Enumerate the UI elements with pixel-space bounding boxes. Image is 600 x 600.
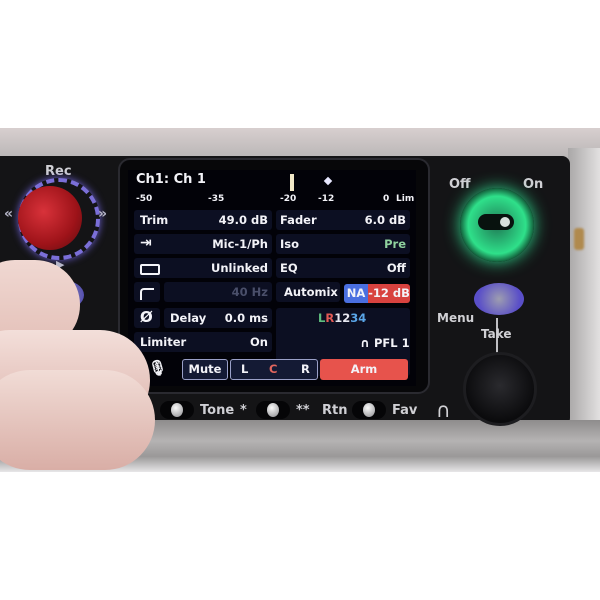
toggle-switch-2[interactable] [256,401,290,419]
input-cell[interactable]: ⇥ Mic-1/Ph [134,234,272,254]
power-off-label: Off [449,177,471,192]
rtn-label: Rtn [322,403,348,418]
pan-left: L [241,362,249,376]
pan-control[interactable]: L C R [230,359,318,380]
automix-label: Automix [284,285,338,299]
limiter-cell[interactable]: Limiter On [134,332,272,352]
headphone-icon: ∩ [360,336,370,350]
hpf-cell[interactable]: 40 Hz [164,282,272,302]
top-rail [0,128,600,158]
link-cell[interactable]: Unlinked [134,258,272,278]
meter-tick: -50 [136,194,153,204]
toggle-knob [363,403,375,417]
microphone-icon: 🎙 [148,359,168,377]
fader-value: 6.0 dB [364,213,406,227]
fav-label: Fav [392,403,418,418]
eq-label: EQ [280,261,298,275]
meter-tick: -20 [280,194,297,204]
lcd-screen: Ch1: Ch 1 -50 -35 -20 -12 0 Lim Trim 49.… [128,170,416,386]
menu-label: Menu [437,311,475,325]
hpf-value: 40 Hz [231,285,268,299]
route-1: 1 [334,311,343,325]
fast-forward-icon: » [98,206,108,222]
fader-label: Fader [280,213,317,227]
peak-hold-marker [323,176,333,186]
meter-tick: 0 [383,194,390,204]
routing-indicators: LR1234 [318,311,366,325]
menu-button[interactable] [474,283,524,315]
iso-value: Pre [384,237,406,251]
toggle-knob [267,403,279,417]
device-side [568,148,600,448]
eq-cell[interactable]: EQ Off [276,258,410,278]
rec-label: Rec [45,164,72,179]
input-value: Mic-1/Ph [212,237,268,251]
automix-value[interactable]: -12 dB [368,284,410,303]
limiter-value: On [250,335,268,349]
take-label: Take [481,327,512,341]
hpf-icon [140,288,154,300]
headphone-jack[interactable] [463,352,537,426]
limiter-label: Limiter [140,335,187,349]
double-star-label: ** [296,403,310,418]
iso-cell[interactable]: Iso Pre [276,234,410,254]
headphone-icon: ∩ [436,398,451,422]
automix-mode[interactable]: NA [344,284,368,303]
meter-tick: -35 [208,194,225,204]
link-value: Unlinked [211,261,268,275]
rewind-icon: « [4,206,14,222]
level-meter-bar [290,174,294,191]
trim-cell[interactable]: Trim 49.0 dB [134,210,272,230]
power-on-label: On [523,177,544,192]
route-r: R [325,311,335,325]
arm-button[interactable]: Arm [320,359,408,380]
tone-label: Tone [200,403,235,418]
automix-cell[interactable]: Automix [276,282,340,302]
star-label: * [240,403,247,418]
thumb [0,370,155,470]
phase-invert-icon: Ø [140,308,153,326]
pan-center: C [269,362,278,376]
toggle-knob [171,403,183,417]
delay-label: Delay [170,311,207,325]
connector [574,228,584,250]
eq-value: Off [386,261,406,275]
hpf-icon-cell[interactable] [134,282,160,302]
mute-button[interactable]: Mute [182,359,228,380]
trim-value: 49.0 dB [218,213,268,227]
input-icon: ⇥ [140,235,152,251]
channel-title: Ch1: Ch 1 [136,172,206,187]
route-4: 4 [358,311,367,325]
pan-right: R [301,362,310,376]
delay-value: 0.0 ms [224,311,268,325]
fader-cell[interactable]: Fader 6.0 dB [276,210,410,230]
power-switch-lever[interactable] [500,217,510,227]
trim-label: Trim [140,213,169,227]
delay-cell[interactable]: Delay 0.0 ms [164,308,272,328]
link-icon [140,264,160,275]
toggle-switch-1[interactable] [160,401,194,419]
meter-tick: -12 [318,194,335,204]
iso-label: Iso [280,237,300,251]
toggle-switch-3[interactable] [352,401,386,419]
pfl-label: PFL 1 [374,336,410,350]
rec-knob[interactable] [18,186,82,250]
meter-tick: Lim [396,194,415,204]
phase-cell[interactable]: Ø [134,308,160,328]
